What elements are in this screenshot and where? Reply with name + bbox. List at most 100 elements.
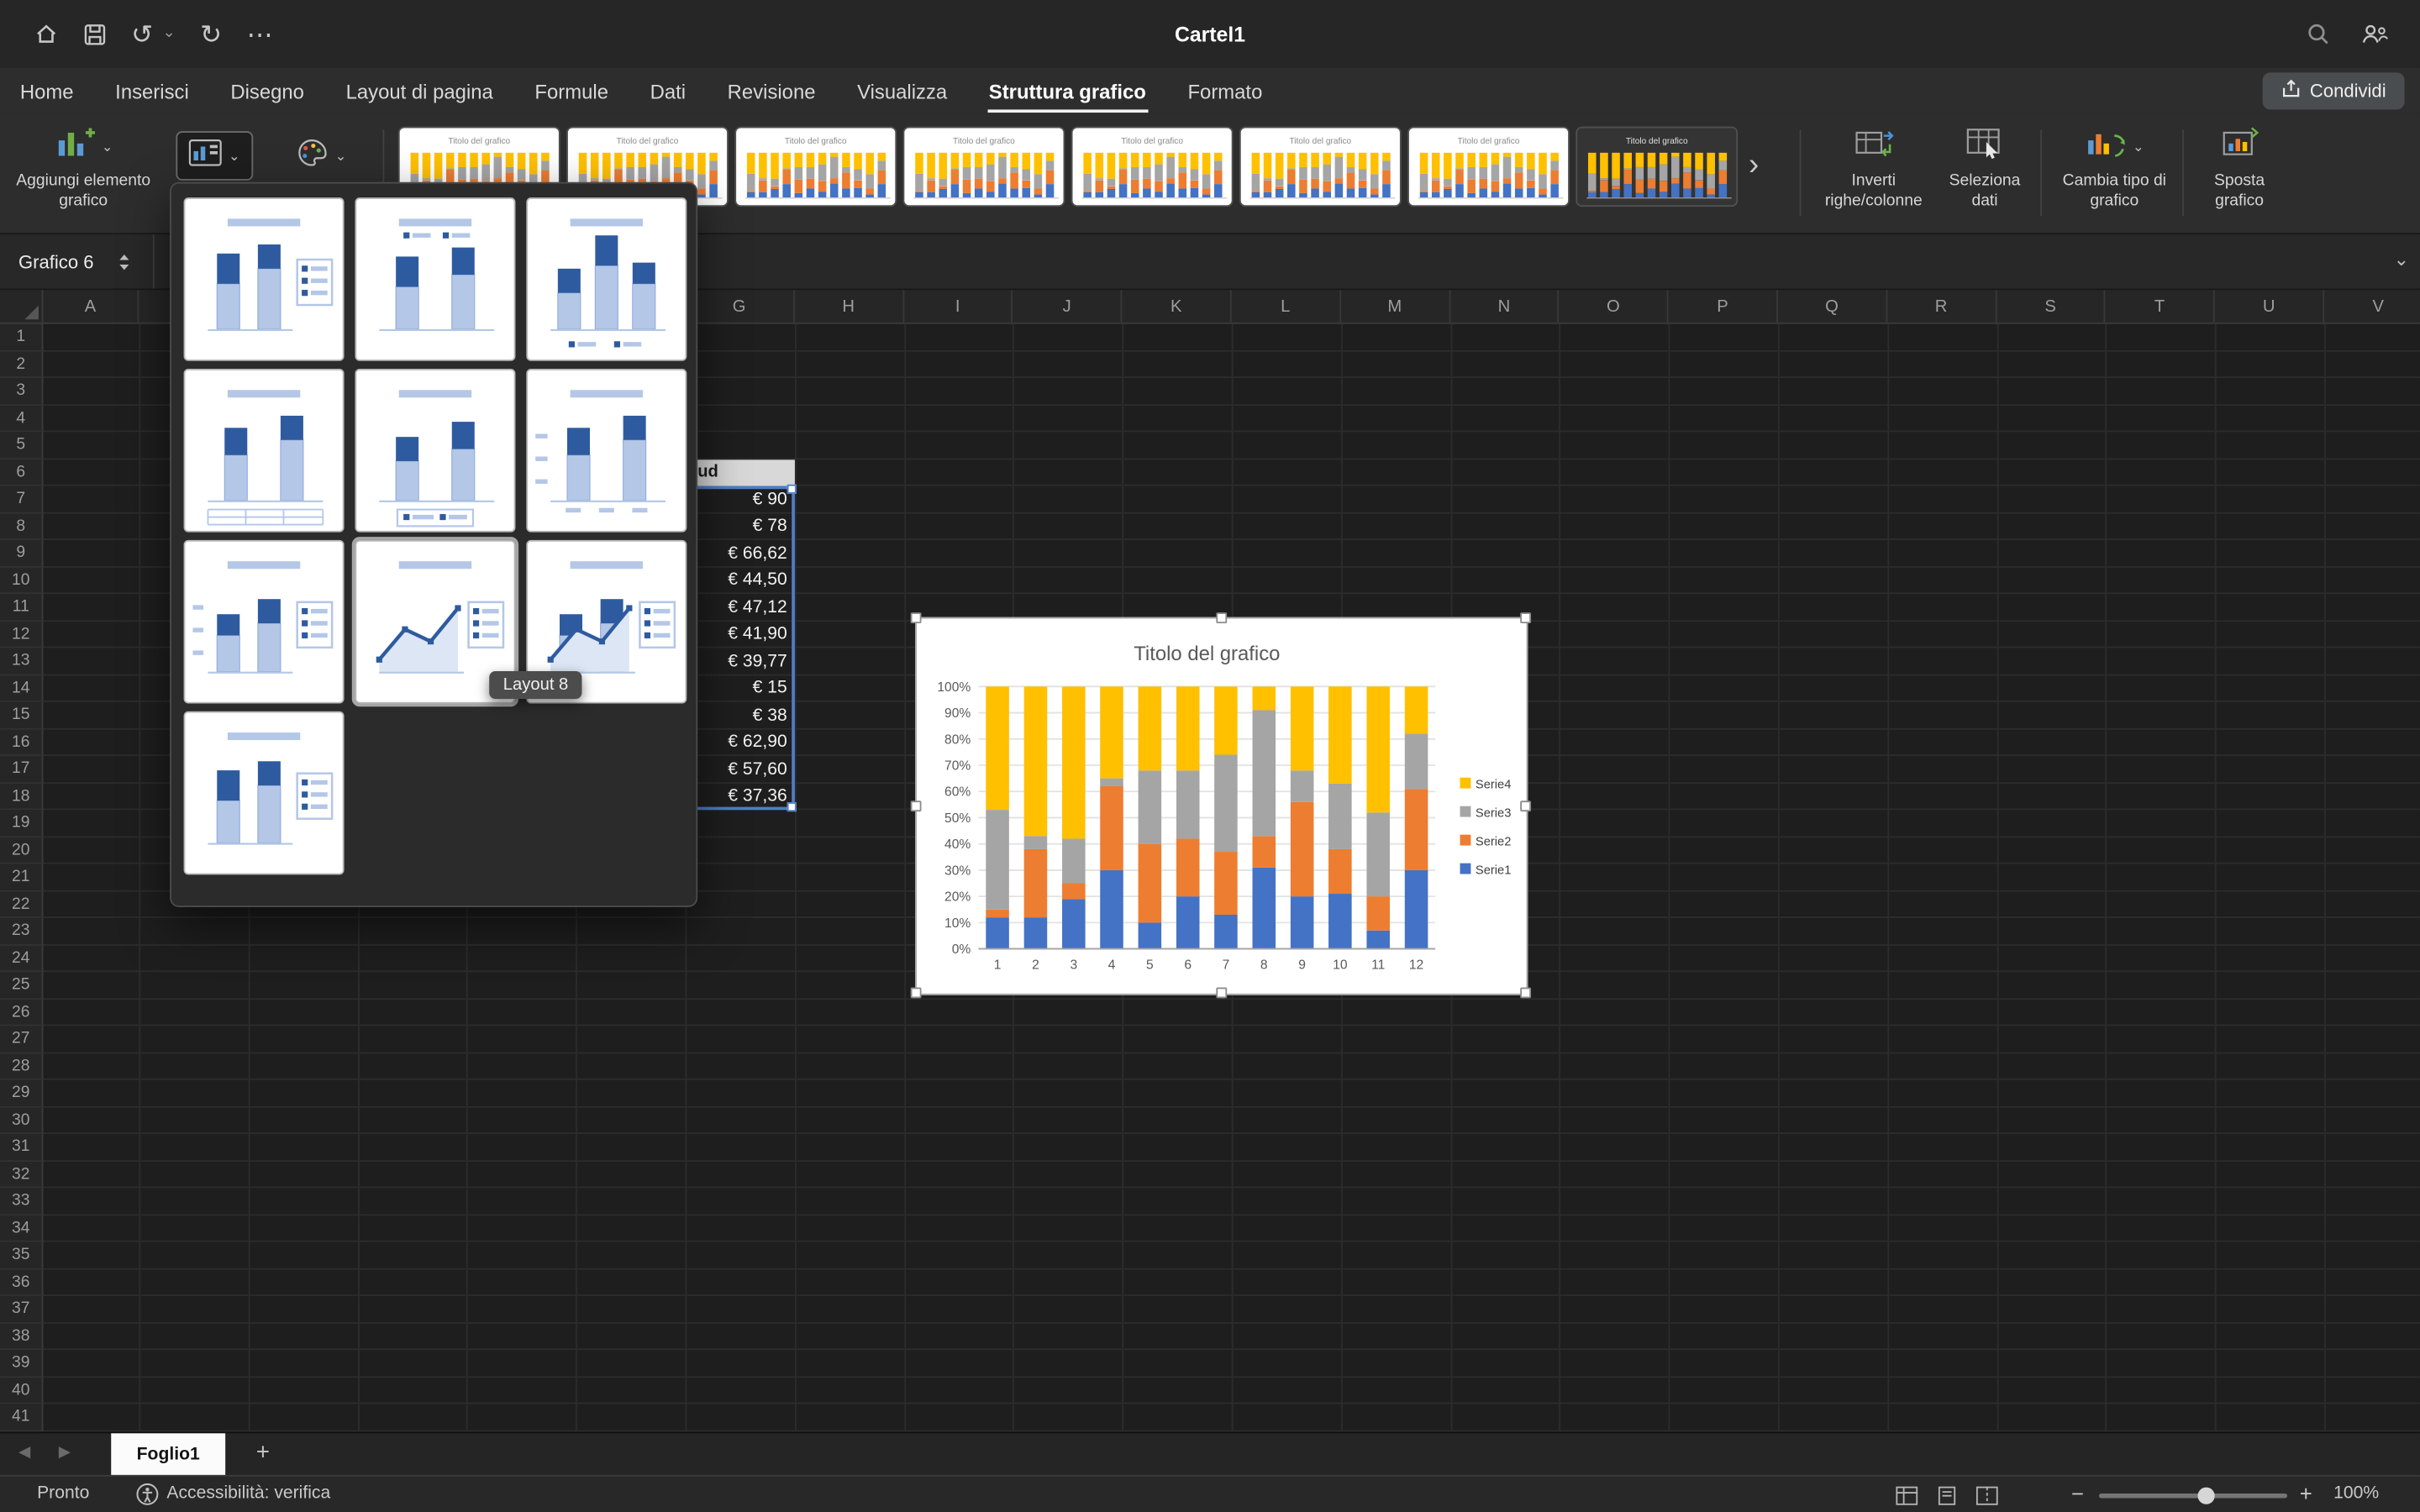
ribbon-tab-revisione[interactable]: Revisione <box>728 68 816 114</box>
row-header-26[interactable]: 26 <box>0 999 43 1026</box>
chart-resize-handle[interactable] <box>1520 800 1531 811</box>
column-header-V[interactable]: V <box>2324 290 2420 323</box>
more-commands-icon[interactable]: ⋯ <box>247 21 273 47</box>
undo-icon[interactable]: ↺ <box>131 21 153 47</box>
row-header-25[interactable]: 25 <box>0 972 43 999</box>
chart-resize-handle[interactable] <box>1215 988 1226 999</box>
range-handle[interactable] <box>787 802 797 811</box>
row-header-7[interactable]: 7 <box>0 486 43 513</box>
chart-style-option[interactable]: Titolo del grafico <box>1407 127 1570 207</box>
column-header-O[interactable]: O <box>1560 290 1669 323</box>
quick-layout-button[interactable]: ⌄ <box>176 131 252 181</box>
embedded-chart[interactable]: Titolo del grafico100%90%80%70%60%50%40%… <box>915 617 1528 995</box>
row-header-19[interactable]: 19 <box>0 810 43 837</box>
gallery-more-icon[interactable]: › <box>1749 148 1759 183</box>
name-box-steppers[interactable] <box>118 251 132 277</box>
row-header-20[interactable]: 20 <box>0 837 43 864</box>
row-header-27[interactable]: 27 <box>0 1026 43 1053</box>
row-header-33[interactable]: 33 <box>0 1188 43 1215</box>
sheet-tab-foglio1[interactable]: Foglio1 <box>111 1433 225 1476</box>
ribbon-tab-visualizza[interactable]: Visualizza <box>857 68 947 114</box>
row-header-24[interactable]: 24 <box>0 945 43 972</box>
ribbon-tab-disegno[interactable]: Disegno <box>230 68 304 114</box>
row-header-18[interactable]: 18 <box>0 783 43 810</box>
sheet-nav-right-icon[interactable]: ▶ <box>59 1444 71 1461</box>
chart-resize-handle[interactable] <box>1520 612 1531 623</box>
page-break-view-icon[interactable] <box>1975 1486 1999 1510</box>
row-header-31[interactable]: 31 <box>0 1134 43 1161</box>
row-header-21[interactable]: 21 <box>0 864 43 891</box>
change-colors-button[interactable]: ⌄ <box>284 131 357 181</box>
column-header-N[interactable]: N <box>1450 290 1560 323</box>
chart-style-option[interactable]: Titolo del grafico <box>1239 127 1402 207</box>
row-header-12[interactable]: 12 <box>0 621 43 648</box>
column-header-G[interactable]: G <box>686 290 795 323</box>
chart-resize-handle[interactable] <box>1520 988 1531 999</box>
home-icon[interactable] <box>34 22 58 46</box>
zoom-out-icon[interactable]: − <box>2071 1481 2084 1505</box>
redo-icon[interactable]: ↻ <box>200 21 222 47</box>
ribbon-tab-inserisci[interactable]: Inserisci <box>115 68 189 114</box>
chart-resize-handle[interactable] <box>911 612 922 623</box>
row-header-22[interactable]: 22 <box>0 891 43 918</box>
column-header-I[interactable]: I <box>904 290 1013 323</box>
row-header-37[interactable]: 37 <box>0 1296 43 1323</box>
select-all-corner[interactable] <box>0 290 43 323</box>
range-handle[interactable] <box>787 485 797 494</box>
layout-option-3[interactable] <box>526 197 687 361</box>
column-header-P[interactable]: P <box>1669 290 1778 323</box>
row-header-36[interactable]: 36 <box>0 1269 43 1296</box>
column-header-L[interactable]: L <box>1232 290 1341 323</box>
sheet-nav-left-icon[interactable]: ◀ <box>18 1444 30 1461</box>
chart-resize-handle[interactable] <box>911 988 922 999</box>
layout-option-10[interactable] <box>184 711 345 875</box>
zoom-slider-thumb[interactable] <box>2198 1488 2215 1504</box>
row-header-14[interactable]: 14 <box>0 675 43 702</box>
row-header-6[interactable]: 6 <box>0 459 43 486</box>
ribbon-tab-formato[interactable]: Formato <box>1187 68 1262 114</box>
layout-option-2[interactable] <box>355 197 515 361</box>
formula-bar-expand-icon[interactable]: ⌄ <box>2394 249 2409 270</box>
layout-option-7[interactable] <box>184 540 345 704</box>
column-header-K[interactable]: K <box>1123 290 1232 323</box>
share-button[interactable]: Condividi <box>2262 72 2405 109</box>
column-header-J[interactable]: J <box>1013 290 1123 323</box>
switch-row-column-button[interactable]: Inverti righe/colonne <box>1815 127 1933 210</box>
row-header-34[interactable]: 34 <box>0 1215 43 1242</box>
chart-style-option[interactable]: Titolo del grafico <box>902 127 1065 207</box>
row-header-40[interactable]: 40 <box>0 1377 43 1404</box>
row-header-32[interactable]: 32 <box>0 1161 43 1188</box>
zoom-slider[interactable] <box>2099 1494 2287 1499</box>
layout-option-6[interactable] <box>526 369 687 533</box>
row-header-9[interactable]: 9 <box>0 540 43 567</box>
row-header-23[interactable]: 23 <box>0 918 43 945</box>
save-icon[interactable] <box>83 23 107 46</box>
chart-style-option[interactable]: Titolo del grafico <box>734 127 897 207</box>
layout-option-4[interactable] <box>184 369 345 533</box>
row-header-1[interactable]: 1 <box>0 324 43 351</box>
row-header-17[interactable]: 17 <box>0 756 43 783</box>
chart-style-option[interactable]: Titolo del grafico <box>1071 127 1234 207</box>
row-header-15[interactable]: 15 <box>0 702 43 729</box>
select-data-button[interactable]: Seleziona dati <box>1935 127 2034 210</box>
row-header-28[interactable]: 28 <box>0 1053 43 1080</box>
zoom-in-icon[interactable]: + <box>2300 1481 2312 1505</box>
change-chart-type-button[interactable]: ⌄ Cambia tipo di grafico <box>2049 127 2179 210</box>
accessibility-icon[interactable] <box>136 1483 160 1510</box>
row-header-38[interactable]: 38 <box>0 1323 43 1350</box>
column-header-R[interactable]: R <box>1887 290 1996 323</box>
row-header-5[interactable]: 5 <box>0 432 43 459</box>
column-header-Q[interactable]: Q <box>1778 290 1887 323</box>
column-header-A[interactable]: A <box>43 290 139 323</box>
row-header-41[interactable]: 41 <box>0 1404 43 1431</box>
chart-style-option[interactable]: Titolo del grafico <box>1576 127 1738 207</box>
chart-resize-handle[interactable] <box>1215 612 1226 623</box>
row-header-29[interactable]: 29 <box>0 1080 43 1107</box>
row-header-39[interactable]: 39 <box>0 1350 43 1377</box>
column-header-H[interactable]: H <box>795 290 904 323</box>
row-header-2[interactable]: 2 <box>0 351 43 378</box>
add-sheet-button[interactable]: + <box>256 1440 270 1466</box>
row-header-13[interactable]: 13 <box>0 648 43 675</box>
row-header-16[interactable]: 16 <box>0 729 43 756</box>
undo-menu-chevron-icon[interactable]: ⌄ <box>162 26 175 41</box>
